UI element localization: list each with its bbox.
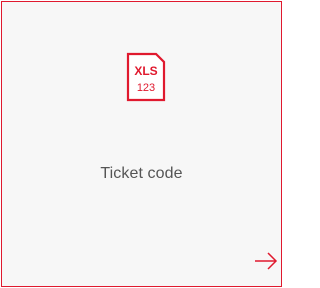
ticket-code-export-card[interactable]: XLS 123 Ticket code [1,1,282,287]
xls-file-icon: XLS 123 [126,52,166,102]
arrow-right-icon[interactable] [254,252,278,270]
file-icon-type-text: XLS [134,64,157,78]
card-title: Ticket code [100,165,183,182]
file-icon-number-text: 123 [137,82,155,94]
